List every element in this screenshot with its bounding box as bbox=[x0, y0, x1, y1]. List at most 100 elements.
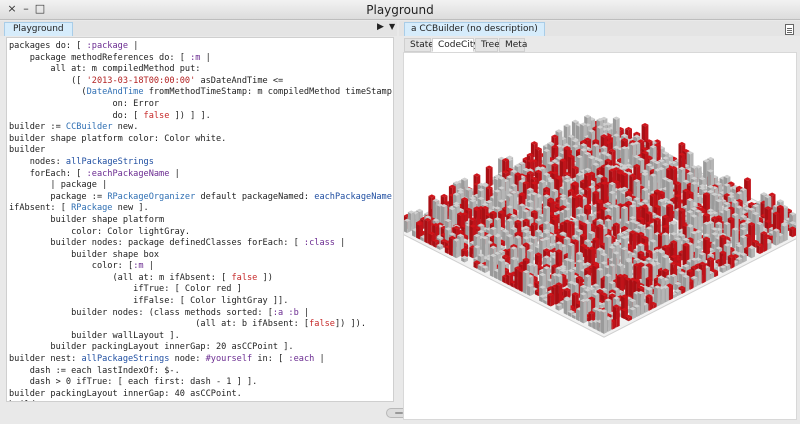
code-token: allPackageStrings bbox=[65, 156, 154, 167]
code-line: (all at: m ifAbsent: [ false ]) bbox=[9, 272, 393, 285]
code-line: dash > 0 ifTrue: [ each first: dash - 1 … bbox=[9, 377, 393, 389]
code-token: :class bbox=[303, 238, 335, 249]
code-token: builder := bbox=[9, 122, 66, 133]
code-token: fromMethodTimeStamp: m compiledMethod ti… bbox=[143, 87, 394, 98]
play-icon[interactable]: ▶ bbox=[377, 22, 384, 32]
city-building-side bbox=[731, 256, 735, 269]
code-editor[interactable]: packages do: [ :package | package method… bbox=[6, 37, 394, 402]
code-token: builder wallLayout ]. bbox=[9, 330, 180, 341]
city-building-side bbox=[411, 212, 415, 231]
left-tab-bar: Playground bbox=[0, 21, 397, 36]
code-line: builder bbox=[9, 145, 393, 157]
tab-state[interactable]: State bbox=[404, 38, 434, 52]
code-token: :a :b bbox=[272, 307, 299, 318]
code-line: dash := each lastIndexOf: $-. bbox=[9, 365, 393, 378]
code-token: color: Color lightGray. bbox=[9, 226, 191, 237]
code-token: package := bbox=[9, 191, 108, 202]
title-bar: × – □ Playground bbox=[0, 0, 800, 20]
code-line: forEach: [ :eachPackageName | bbox=[9, 168, 393, 181]
code-token: asDateAndTime <= bbox=[195, 75, 284, 86]
code-line: ifTrue: [ Color red ] bbox=[9, 284, 393, 296]
code-line: all at: m compiledMethod put: bbox=[9, 64, 393, 76]
city-building-side bbox=[456, 239, 460, 259]
code-line: package := RPackageOrganizer default pac… bbox=[9, 191, 393, 204]
code-token: RPackageOrganizer bbox=[107, 191, 196, 202]
code-line: ifAbsent: [ RPackage new ]. bbox=[9, 203, 393, 215]
code-line: builder wallLayout ]. bbox=[9, 330, 393, 343]
city-building-side bbox=[424, 219, 428, 244]
code-token: | bbox=[298, 307, 310, 318]
code-token: false bbox=[143, 110, 170, 121]
code-line: | package | bbox=[9, 180, 393, 192]
code-token: ([ bbox=[9, 75, 87, 86]
chevron-down-icon[interactable]: ▼ bbox=[389, 22, 395, 31]
code-token: :m bbox=[133, 261, 144, 272]
code-token: ]) ]). bbox=[334, 319, 367, 330]
code-token: builder nodes: (class methods sorted: [ bbox=[9, 307, 273, 318]
code-token: dash := each lastIndexOf: $-. bbox=[9, 365, 180, 376]
code-token: do: [ bbox=[9, 110, 144, 121]
code-line: color: Color lightGray. bbox=[9, 226, 393, 239]
code-token: builder shape box bbox=[9, 249, 160, 260]
code-line: builder shape platform color: Color whit… bbox=[9, 134, 393, 146]
city-building-side bbox=[469, 246, 473, 259]
code-token: | bbox=[128, 41, 139, 51]
city-building-side bbox=[776, 230, 780, 246]
city-building-side bbox=[748, 247, 752, 259]
code-line: builder shape box bbox=[9, 249, 393, 262]
code-token: eachPackageName bbox=[314, 191, 392, 202]
code-line: (all at: b ifAbsent: [false]) ]). bbox=[9, 319, 393, 331]
code-token: :package bbox=[86, 41, 129, 51]
city-building-side bbox=[448, 237, 453, 257]
tab-playground[interactable]: Playground bbox=[4, 22, 73, 36]
right-tab-bar: a CCBuilder (no description) bbox=[399, 21, 800, 36]
code-line: ifFalse: [ Color lightGray ]]. bbox=[9, 296, 393, 308]
code-token: builder bbox=[9, 400, 45, 401]
code-line: builder := CCBuilder new. bbox=[9, 122, 393, 134]
codecity-canvas[interactable] bbox=[403, 52, 797, 420]
code-token: builder shape platform bbox=[9, 214, 165, 225]
city-building-side bbox=[731, 229, 736, 250]
code-token: :m bbox=[190, 52, 201, 63]
code-token: ( bbox=[9, 87, 87, 98]
city-building-side bbox=[747, 179, 751, 202]
code-token: CCBuilder bbox=[65, 122, 113, 133]
tab-inspector[interactable]: a CCBuilder (no description) bbox=[404, 22, 545, 36]
code-text[interactable]: packages do: [ :package | package method… bbox=[9, 41, 394, 401]
city-building-side bbox=[763, 232, 768, 252]
city-building-side bbox=[404, 220, 408, 234]
code-token: packages do: [ bbox=[9, 41, 87, 51]
code-token: node: bbox=[169, 354, 206, 365]
tab-codecity[interactable]: CodeCity bbox=[432, 38, 479, 52]
code-line: on: Error bbox=[9, 98, 393, 111]
codecity-visualization[interactable] bbox=[404, 53, 797, 420]
code-line: builder shape platform bbox=[9, 214, 393, 227]
code-token: ]) bbox=[257, 272, 273, 283]
code-token: ifFalse: [ Color lightGray ]]. bbox=[9, 296, 289, 307]
code-line: (DateAndTime fromMethodTimeStamp: m comp… bbox=[9, 87, 394, 99]
city-building-side bbox=[784, 224, 788, 242]
tab-meta[interactable]: Meta bbox=[499, 38, 527, 52]
code-token: builder bbox=[9, 145, 46, 156]
city-building-side bbox=[751, 247, 755, 259]
code-token: new ]. bbox=[112, 203, 149, 214]
code-line: builder bbox=[9, 400, 393, 401]
code-token: builder packingLayout innerGap: 40 asCCP… bbox=[9, 388, 242, 399]
code-token: new. bbox=[112, 122, 139, 133]
code-line: builder nest: allPackageStrings node: #y… bbox=[9, 354, 393, 366]
code-token: default packageNamed: bbox=[195, 191, 315, 202]
window-title: Playground bbox=[366, 3, 434, 17]
code-line: color: [:m | bbox=[9, 261, 393, 273]
code-token: dash > 0 ifTrue: [ each first: dash - 1 … bbox=[9, 377, 258, 388]
document-icon[interactable] bbox=[785, 24, 794, 35]
city-building-side bbox=[489, 167, 493, 187]
code-token: on: Error bbox=[9, 98, 160, 109]
code-line: do: [ false ]) ] ]. bbox=[9, 110, 393, 123]
city-building-side bbox=[678, 209, 682, 231]
code-line: ([ '2013-03-18T00:00:00' asDateAndTime <… bbox=[9, 75, 393, 88]
code-token: | bbox=[169, 168, 180, 179]
code-token: builder packingLayout innerGap: 20 asCCP… bbox=[9, 342, 294, 353]
code-line: builder nodes: (class methods sorted: [:… bbox=[9, 307, 393, 320]
code-token: '2013-03-18T00:00:00' bbox=[86, 75, 196, 86]
tab-tree[interactable]: Tree bbox=[475, 38, 500, 52]
